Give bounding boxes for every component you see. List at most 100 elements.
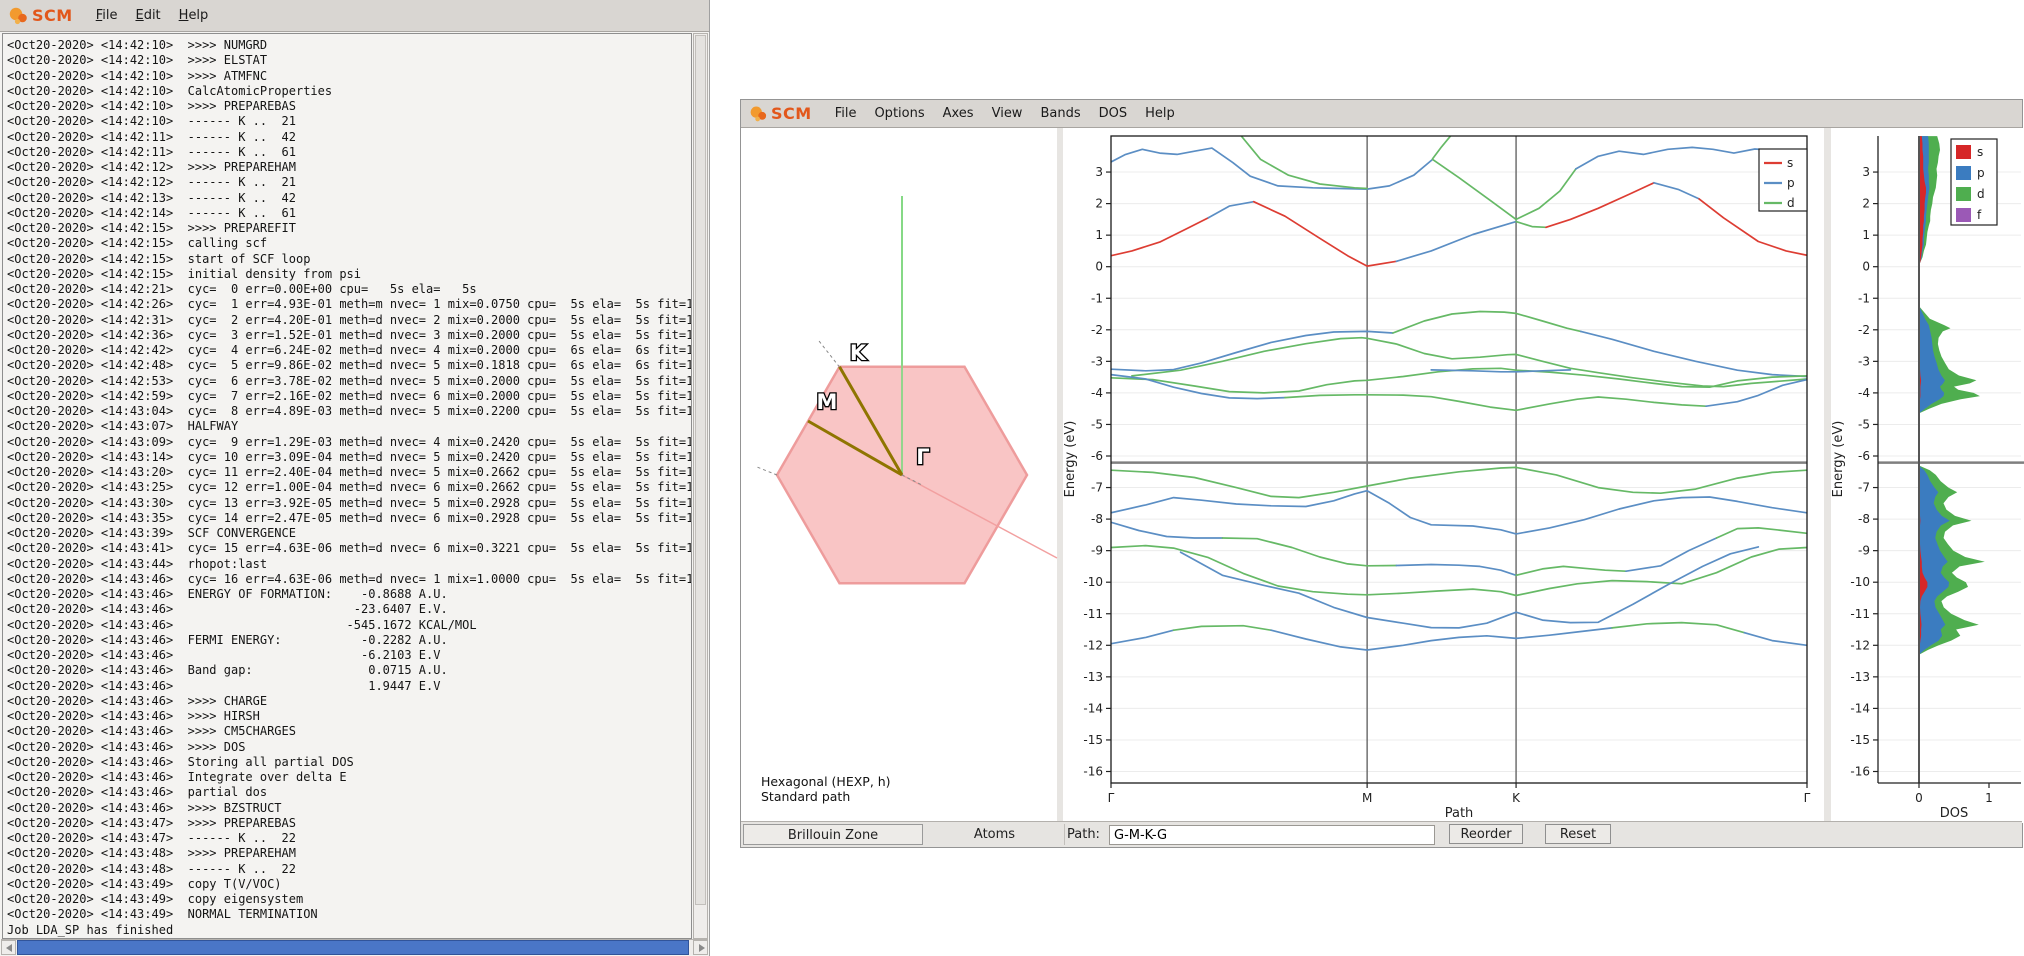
reorder-button[interactable]: Reorder — [1449, 824, 1523, 844]
tab-atoms[interactable]: Atoms — [925, 824, 1065, 845]
svg-text:d: d — [1787, 196, 1795, 210]
reset-button[interactable]: Reset — [1545, 824, 1611, 844]
svg-text:-3: -3 — [1858, 354, 1870, 368]
svg-text:-5: -5 — [1858, 417, 1870, 431]
menu-view[interactable]: View — [983, 103, 1032, 124]
svg-text:-10: -10 — [1083, 575, 1103, 589]
bandstructure-menubar: SCM File Options Axes View Bands DOS Hel… — [741, 100, 2022, 128]
svg-text:-9: -9 — [1091, 544, 1103, 558]
menu-bands[interactable]: Bands — [1031, 103, 1089, 124]
left-arrow-icon — [6, 944, 12, 952]
svg-text:Γ: Γ — [1804, 791, 1811, 805]
svg-text:-2: -2 — [1091, 323, 1103, 337]
svg-text:-13: -13 — [1083, 670, 1103, 684]
svg-text:K: K — [1512, 791, 1521, 805]
scroll-left-button[interactable] — [1, 940, 16, 955]
svg-text:-13: -13 — [1850, 670, 1870, 684]
svg-text:-16: -16 — [1850, 765, 1870, 779]
svg-text:2: 2 — [1862, 197, 1870, 211]
svg-text:2: 2 — [1095, 197, 1103, 211]
svg-text:3: 3 — [1862, 165, 1870, 179]
svg-text:Energy (eV): Energy (eV) — [1063, 421, 1078, 498]
svg-text:0: 0 — [1915, 791, 1923, 805]
svg-text:-14: -14 — [1850, 701, 1870, 715]
vertical-scrollbar-thumb[interactable] — [695, 35, 706, 905]
menu-axes[interactable]: Axes — [934, 103, 983, 124]
scm-logo-icon — [8, 5, 30, 27]
svg-text:-7: -7 — [1858, 481, 1870, 495]
svg-text:-1: -1 — [1091, 291, 1103, 305]
scm-logo-text: SCM — [32, 6, 73, 25]
scroll-right-button[interactable] — [693, 940, 708, 955]
menu-edit[interactable]: Edit — [126, 5, 169, 26]
plots-area[interactable]: KMΓ3210-1-2-3-4-5-6-7-8-9-10-11-12-13-14… — [741, 128, 2024, 822]
menu-file[interactable]: File — [87, 5, 127, 26]
menu-file[interactable]: File — [826, 103, 866, 124]
svg-text:M: M — [1362, 791, 1372, 805]
svg-text:-10: -10 — [1850, 575, 1870, 589]
svg-text:p: p — [1977, 166, 1985, 180]
menu-options[interactable]: Options — [865, 103, 933, 124]
svg-text:K: K — [850, 341, 867, 365]
log-window-menubar: SCM File Edit Help — [0, 0, 709, 32]
svg-text:3: 3 — [1095, 165, 1103, 179]
svg-text:-15: -15 — [1083, 733, 1103, 747]
path-input[interactable] — [1109, 825, 1435, 845]
menu-help[interactable]: Help — [1136, 103, 1184, 124]
svg-text:-11: -11 — [1850, 607, 1870, 621]
dos-legend: spdf — [1951, 139, 1997, 225]
svg-text:-7: -7 — [1091, 481, 1103, 495]
menu-dos[interactable]: DOS — [1090, 103, 1137, 124]
svg-text:-12: -12 — [1850, 638, 1870, 652]
svg-text:-5: -5 — [1091, 417, 1103, 431]
tab-brillouin-zone[interactable]: Brillouin Zone — [743, 824, 923, 845]
scm-logo: SCM — [749, 104, 812, 124]
log-horizontal-scrollbar[interactable] — [1, 939, 708, 955]
svg-text:-2: -2 — [1858, 323, 1870, 337]
horizontal-scrollbar-thumb[interactable] — [17, 940, 689, 955]
scm-logo-text: SCM — [771, 104, 812, 123]
svg-text:Energy (eV): Energy (eV) — [1831, 421, 1846, 498]
right-arrow-icon — [699, 944, 705, 952]
svg-text:p: p — [1787, 176, 1795, 190]
log-vertical-scrollbar[interactable] — [693, 33, 708, 939]
svg-text:-1: -1 — [1858, 291, 1870, 305]
svg-text:-15: -15 — [1850, 733, 1870, 747]
scm-logo: SCM — [8, 5, 73, 27]
svg-text:d: d — [1977, 187, 1985, 201]
svg-text:1: 1 — [1985, 791, 1993, 805]
band-legend: spd — [1759, 149, 1807, 211]
svg-text:s: s — [1787, 156, 1793, 170]
bandstructure-window: SCM File Options Axes View Bands DOS Hel… — [740, 99, 2023, 848]
log-text: <Oct20-2020> <14:42:10> >>>> NUMGRD <Oct… — [3, 34, 691, 938]
svg-text:-4: -4 — [1091, 386, 1103, 400]
svg-text:-6: -6 — [1858, 449, 1870, 463]
log-window: SCM File Edit Help <Oct20-2020> <14:42:1… — [0, 0, 710, 956]
path-label: Path: — [1067, 827, 1100, 842]
svg-text:-9: -9 — [1858, 544, 1870, 558]
svg-text:s: s — [1977, 145, 1983, 159]
brillouin-zone-caption: Hexagonal (HEXP, h) Standard path — [761, 774, 891, 804]
svg-text:-8: -8 — [1091, 512, 1103, 526]
svg-text:M: M — [817, 390, 838, 414]
svg-text:0: 0 — [1862, 260, 1870, 274]
log-text-area[interactable]: <Oct20-2020> <14:42:10> >>>> NUMGRD <Oct… — [2, 33, 692, 939]
svg-text:-3: -3 — [1091, 354, 1103, 368]
svg-text:Γ: Γ — [1108, 791, 1115, 805]
svg-text:-6: -6 — [1091, 449, 1103, 463]
bz-caption-line1: Hexagonal (HEXP, h) — [761, 774, 891, 789]
scm-logo-icon — [749, 104, 769, 124]
plots-svg: KMΓ3210-1-2-3-4-5-6-7-8-9-10-11-12-13-14… — [741, 128, 2024, 823]
svg-text:-14: -14 — [1083, 701, 1103, 715]
menu-help[interactable]: Help — [170, 5, 218, 26]
svg-text:-8: -8 — [1858, 512, 1870, 526]
svg-text:0: 0 — [1095, 260, 1103, 274]
svg-text:1: 1 — [1862, 228, 1870, 242]
svg-text:1: 1 — [1095, 228, 1103, 242]
svg-text:Γ: Γ — [916, 445, 929, 469]
svg-text:Path: Path — [1445, 806, 1474, 821]
svg-text:-4: -4 — [1858, 386, 1870, 400]
svg-text:DOS: DOS — [1940, 806, 1969, 821]
svg-text:-16: -16 — [1083, 765, 1103, 779]
bottom-toolbar: Brillouin Zone Atoms Path: Reorder Reset — [741, 821, 2022, 847]
